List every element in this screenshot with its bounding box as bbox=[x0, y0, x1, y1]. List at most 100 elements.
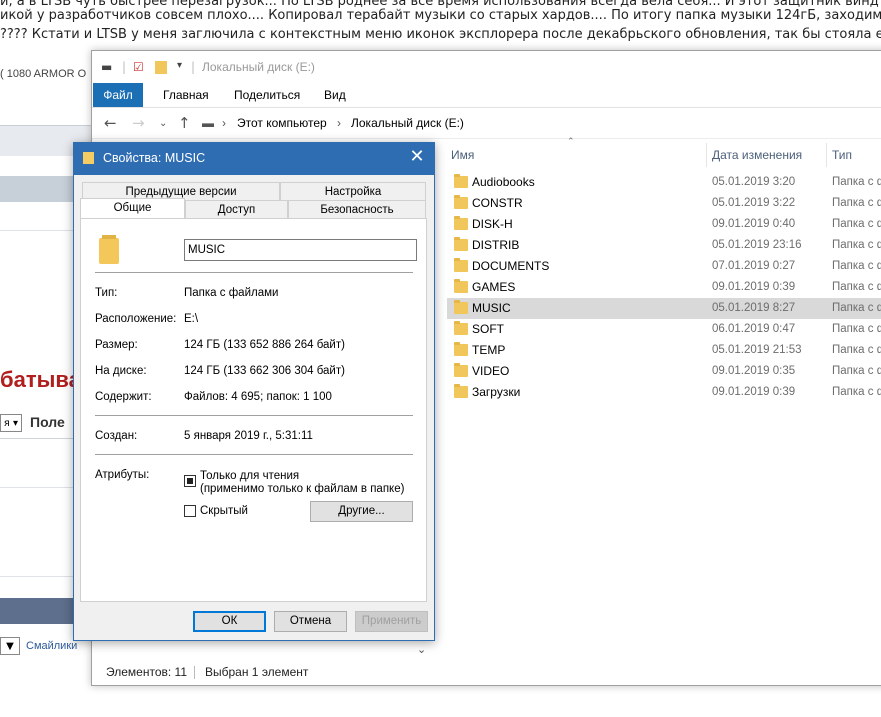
file-name: TEMP bbox=[472, 343, 506, 357]
tab-share[interactable]: Поделиться bbox=[224, 83, 310, 107]
folder-icon bbox=[454, 258, 468, 272]
scroll-down-icon[interactable]: ⌄ bbox=[417, 643, 426, 656]
file-row[interactable]: VIDEO 09.01.2019 0:35 Папка с ф bbox=[447, 361, 881, 382]
chevron-right-icon: › bbox=[337, 116, 341, 130]
file-name: CONSTR bbox=[472, 196, 523, 210]
status-separator bbox=[194, 666, 195, 679]
file-row[interactable]: DOCUMENTS 07.01.2019 0:27 Папка с ф bbox=[447, 256, 881, 277]
dialog-titlebar[interactable]: Свойства: MUSIC ✕ bbox=[73, 142, 435, 175]
file-type: Папка с ф bbox=[832, 197, 881, 209]
status-item-count: Элементов: 11 bbox=[106, 665, 187, 679]
file-row[interactable]: CONSTR 05.01.2019 3:22 Папка с ф bbox=[447, 193, 881, 214]
divider bbox=[95, 272, 413, 273]
toolbar-separator: | bbox=[191, 60, 196, 74]
file-name: GAMES bbox=[472, 280, 516, 294]
location-value: E:\ bbox=[184, 313, 199, 325]
column-separator[interactable] bbox=[706, 143, 707, 167]
advanced-button[interactable]: Другие... bbox=[310, 501, 413, 522]
readonly-checkbox[interactable] bbox=[184, 475, 196, 487]
file-date: 06.01.2019 0:47 bbox=[712, 323, 796, 335]
chevron-right-icon: › bbox=[222, 116, 226, 130]
forum-select-2[interactable]: ▼ bbox=[0, 637, 20, 655]
type-value: Папка с файлами bbox=[184, 287, 279, 299]
file-name: Загрузки bbox=[472, 385, 521, 399]
file-type: Папка с ф bbox=[832, 176, 881, 188]
file-row[interactable]: TEMP 05.01.2019 21:53 Папка с ф bbox=[447, 340, 881, 361]
readonly-label: Только для чтения bbox=[200, 470, 300, 482]
apply-button[interactable]: Применить bbox=[355, 611, 428, 632]
folder-icon bbox=[454, 237, 468, 251]
contains-label: Содержит: bbox=[95, 391, 152, 403]
properties-icon[interactable]: ☑ bbox=[133, 60, 144, 74]
folder-icon bbox=[83, 152, 94, 164]
folder-icon bbox=[454, 279, 468, 293]
forum-text-line-3: ???? Кстати и LTSB у меня заглючила с ко… bbox=[0, 27, 881, 42]
file-name: SOFT bbox=[472, 322, 504, 336]
folder-name-input[interactable]: MUSIC bbox=[184, 239, 417, 261]
tab-view[interactable]: Вид bbox=[314, 83, 356, 107]
tab-sharing[interactable]: Доступ bbox=[185, 200, 288, 218]
location-label: Расположение: bbox=[95, 313, 177, 325]
ribbon-tabs: Файл Главная Поделиться Вид bbox=[92, 83, 881, 108]
back-arrow-icon[interactable]: ← bbox=[104, 114, 117, 132]
status-selection: Выбран 1 элемент bbox=[205, 665, 309, 679]
forum-heading: батыва bbox=[0, 367, 81, 392]
column-type[interactable]: Тип bbox=[832, 148, 852, 162]
ok-button[interactable]: ОК bbox=[193, 611, 266, 632]
folder-icon bbox=[454, 174, 468, 188]
file-date: 09.01.2019 0:39 bbox=[712, 386, 796, 398]
tab-customize[interactable]: Настройка bbox=[280, 182, 426, 200]
quick-access-dropdown-icon[interactable]: ▾ bbox=[177, 60, 182, 71]
status-bar: Элементов: 11 Выбран 1 элемент bbox=[92, 659, 881, 685]
forward-arrow-icon[interactable]: → bbox=[132, 114, 145, 132]
file-row[interactable]: MUSIC 05.01.2019 8:27 Папка с ф bbox=[447, 298, 881, 319]
file-name: MUSIC bbox=[472, 301, 511, 315]
new-folder-icon[interactable] bbox=[155, 61, 167, 74]
cancel-button[interactable]: Отмена bbox=[274, 611, 347, 632]
forum-select[interactable]: я ▾ bbox=[0, 414, 22, 432]
recent-locations-icon[interactable]: ⌄ bbox=[159, 118, 167, 129]
file-row[interactable]: DISTRIB 05.01.2019 23:16 Папка с ф bbox=[447, 235, 881, 256]
address-bar: ← → ⌄ ↑ ▬ › Этот компьютер › Локальный д… bbox=[92, 108, 881, 139]
column-name[interactable]: Имя bbox=[451, 148, 474, 162]
breadcrumb-drive[interactable]: Локальный диск (E:) bbox=[351, 111, 464, 135]
tab-home[interactable]: Главная bbox=[153, 83, 219, 107]
file-type: Папка с ф bbox=[832, 302, 881, 314]
folder-icon bbox=[454, 363, 468, 377]
file-row[interactable]: SOFT 06.01.2019 0:47 Папка с ф bbox=[447, 319, 881, 340]
folder-icon bbox=[454, 216, 468, 230]
file-type: Папка с ф bbox=[832, 386, 881, 398]
dialog-body: Предыдущие версии Настройка Общие Доступ… bbox=[74, 175, 434, 640]
file-row[interactable]: Загрузки 09.01.2019 0:39 Папка с ф bbox=[447, 382, 881, 403]
up-arrow-icon[interactable]: ↑ bbox=[178, 114, 191, 132]
hidden-checkbox[interactable] bbox=[184, 505, 196, 517]
smileys-link[interactable]: Смайлики bbox=[26, 640, 77, 652]
folder-icon bbox=[454, 300, 468, 314]
breadcrumb-this-pc[interactable]: Этот компьютер bbox=[237, 111, 327, 135]
file-date: 05.01.2019 23:16 bbox=[712, 239, 802, 251]
file-row[interactable]: Audiobooks 05.01.2019 3:20 Папка с ф bbox=[447, 172, 881, 193]
file-type: Папка с ф bbox=[832, 260, 881, 272]
dialog-tabs: Предыдущие версии Настройка Общие Доступ… bbox=[74, 175, 434, 220]
file-name: VIDEO bbox=[472, 364, 510, 378]
folder-icon bbox=[454, 384, 468, 398]
tab-file[interactable]: Файл bbox=[93, 83, 143, 107]
file-row[interactable]: DISK-H 09.01.2019 0:40 Папка с ф bbox=[447, 214, 881, 235]
tab-general[interactable]: Общие bbox=[80, 198, 185, 219]
general-tab-panel: MUSIC Тип: Папка с файлами Расположение:… bbox=[80, 218, 427, 602]
address-field[interactable]: ▬ › Этот компьютер › Локальный диск (E:) bbox=[200, 111, 881, 135]
file-type: Папка с ф bbox=[832, 218, 881, 230]
file-name: DOCUMENTS bbox=[472, 259, 550, 273]
close-icon[interactable]: ✕ bbox=[407, 146, 427, 168]
column-separator[interactable] bbox=[826, 143, 827, 167]
tab-security[interactable]: Безопасность bbox=[288, 200, 426, 218]
file-type: Папка с ф bbox=[832, 365, 881, 377]
file-date: 05.01.2019 3:22 bbox=[712, 197, 796, 209]
divider bbox=[95, 454, 413, 455]
size-on-disk-label: На диске: bbox=[95, 365, 147, 377]
folder-icon bbox=[454, 342, 468, 356]
column-date[interactable]: Дата изменения bbox=[712, 148, 802, 162]
file-row[interactable]: GAMES 09.01.2019 0:39 Папка с ф bbox=[447, 277, 881, 298]
file-type: Папка с ф bbox=[832, 323, 881, 335]
divider bbox=[95, 415, 413, 416]
